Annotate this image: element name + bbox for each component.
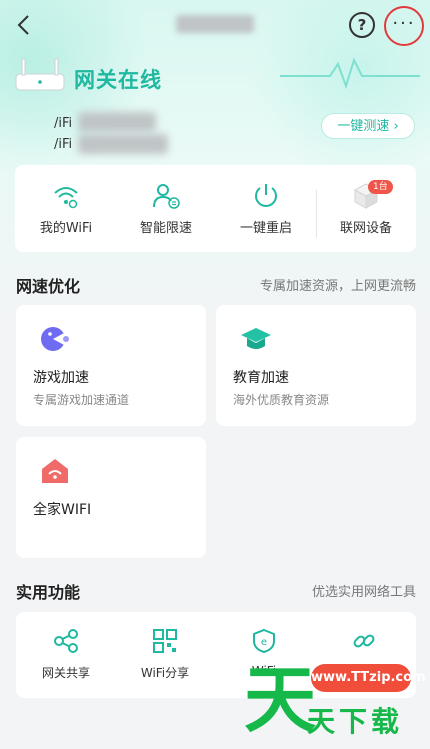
section-subtitle-speed[interactable]: 专属加速资源，上网更流畅 bbox=[190, 275, 416, 294]
watermark-text: 天下载 bbox=[307, 705, 404, 738]
card-subtitle: 海外优质教育资源 bbox=[233, 393, 330, 407]
card-subtitle: 专属游戏加速通道 bbox=[33, 393, 130, 407]
quick-actions-divider bbox=[316, 190, 317, 238]
gateway-status: 网关在线 bbox=[74, 68, 162, 92]
tool-item-label: 网关共享 bbox=[41, 666, 90, 680]
game-icon bbox=[41, 327, 69, 351]
page-title-blurred bbox=[176, 15, 254, 33]
quick-item-reboot[interactable]: 一键重启 bbox=[216, 165, 316, 251]
section-title-speed: 网速优化 bbox=[16, 277, 81, 296]
section-title-tools: 实用功能 bbox=[16, 583, 81, 602]
speed-test-button[interactable]: 一键测速 › bbox=[321, 113, 415, 139]
link-icon bbox=[353, 634, 375, 648]
qr-code-icon bbox=[153, 629, 177, 653]
quick-item-my-wifi[interactable]: 我的WiFi bbox=[16, 165, 116, 251]
watermark-url: www.TTzip.com bbox=[311, 664, 426, 692]
game-accelerate-card[interactable]: 游戏加速 专属游戏加速通道 bbox=[16, 305, 206, 426]
wifi-name-5g-blurred bbox=[78, 134, 168, 154]
quick-item-label: 联网设备 bbox=[339, 221, 392, 236]
quick-item-label: 智能限速 bbox=[139, 221, 192, 236]
quick-item-label: 一键重启 bbox=[239, 221, 292, 236]
share-icon bbox=[54, 629, 78, 653]
quick-item-speed-limit[interactable]: 智能限速 bbox=[116, 165, 216, 251]
family-wifi-card[interactable]: 全家WIFI bbox=[16, 437, 206, 558]
wifi-name-2g-blurred bbox=[78, 112, 156, 132]
more-menu-button[interactable]: ··· bbox=[384, 6, 424, 46]
tool-item-label: WiFi分享 bbox=[140, 666, 190, 680]
quick-item-label: 我的WiFi bbox=[39, 221, 93, 236]
education-accelerate-card[interactable]: 教育加速 海外优质教育资源 bbox=[216, 305, 416, 426]
wifi-name-2g: /iFi bbox=[54, 116, 73, 131]
back-arrow-icon[interactable] bbox=[12, 12, 38, 38]
wifi-shield-icon: e bbox=[253, 628, 275, 654]
section-subtitle-tools[interactable]: 优选实用网络工具 bbox=[220, 581, 416, 600]
heartbeat-line-icon bbox=[280, 57, 420, 90]
quick-item-devices[interactable]: 联网设备 bbox=[316, 165, 416, 251]
card-title: 全家WIFI bbox=[33, 502, 92, 518]
router-icon bbox=[15, 58, 65, 91]
help-icon[interactable]: ? bbox=[349, 12, 375, 38]
wifi-name-5g: /iFi bbox=[54, 137, 73, 152]
device-count-badge: 1台 bbox=[368, 180, 393, 194]
education-icon bbox=[241, 328, 271, 349]
quick-actions-card: 我的WiFi 智能限速 一键重启 联网设备 bbox=[15, 165, 416, 252]
top-bar: ? ··· bbox=[0, 0, 430, 50]
tool-item-wifi-share[interactable]: WiFi分享 bbox=[117, 612, 213, 698]
user-speed-limit-icon bbox=[153, 184, 180, 209]
card-title: 教育加速 bbox=[233, 370, 289, 386]
card-title: 游戏加速 bbox=[33, 370, 89, 386]
svg-text:e: e bbox=[261, 637, 267, 648]
wifi-settings-icon bbox=[54, 187, 78, 209]
power-icon bbox=[255, 184, 277, 207]
home-wifi-icon bbox=[42, 459, 68, 483]
tool-item-gateway-share[interactable]: 网关共享 bbox=[18, 612, 114, 698]
